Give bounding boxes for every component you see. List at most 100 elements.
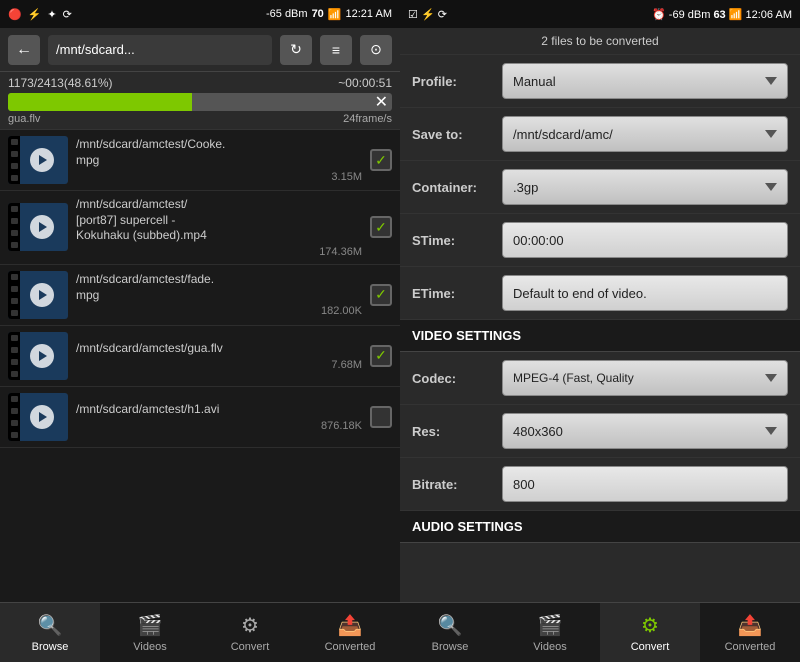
file-info: /mnt/sdcard/amctest/[port87] supercell -… (76, 197, 362, 258)
bitrate-field[interactable]: 800 (502, 466, 788, 502)
tab-browse[interactable]: 🔍 Browse (0, 603, 100, 662)
etime-row: ETime: Default to end of video. (400, 267, 800, 320)
container-dropdown[interactable]: .3gp (502, 169, 788, 205)
saveto-dropdown[interactable]: /mnt/sdcard/amc/ (502, 116, 788, 152)
file-thumbnail (8, 332, 68, 380)
file-size: 174.36M (76, 246, 362, 258)
file-thumbnail (8, 393, 68, 441)
nav-bar: ← /mnt/sdcard... ↻ ≡ ⊙ (0, 28, 400, 72)
status-info-right: ⏰ -69 dBm 63 📶 12:06 AM (652, 8, 792, 21)
codec-control: MPEG-4 (Fast, Quality (502, 360, 788, 396)
file-thumbnail (8, 271, 68, 319)
dropdown-arrow-icon (765, 427, 777, 435)
file-checkbox[interactable] (370, 345, 392, 367)
tab-converted-right[interactable]: 📤 Converted (700, 603, 800, 662)
sync-icon: ⟳ (63, 8, 72, 21)
play-icon (30, 215, 54, 239)
dropdown-arrow-icon (765, 374, 777, 382)
file-name: /mnt/sdcard/amctest/gua.flv (76, 341, 362, 357)
stime-control: 00:00:00 (502, 222, 788, 258)
container-value: .3gp (513, 180, 538, 195)
dropdown-arrow-icon (765, 130, 777, 138)
bitrate-label: Bitrate: (412, 477, 502, 492)
refresh-button[interactable]: ↻ (280, 35, 312, 65)
tab-browse-right[interactable]: 🔍 Browse (400, 603, 500, 662)
list-item[interactable]: /mnt/sdcard/amctest/h1.avi 876.18K (0, 387, 400, 448)
usb-icon: ⚡ (28, 8, 42, 21)
path-display: /mnt/sdcard... (48, 35, 272, 65)
file-checkbox[interactable] (370, 284, 392, 306)
cancel-button[interactable]: ✕ (375, 92, 388, 112)
videos-icon-right: 🎬 (538, 613, 563, 638)
time-right: 12:06 AM (746, 9, 792, 21)
tab-convert-right[interactable]: ⚙ Convert (600, 603, 700, 662)
list-item[interactable]: /mnt/sdcard/amctest/fade.mpg 182.00K (0, 265, 400, 326)
status-bar-right: ☑ ⚡ ⟳ ⏰ -69 dBm 63 📶 12:06 AM (400, 0, 800, 28)
progress-percent: 1173/2413(48.61%) (8, 76, 113, 90)
file-checkbox[interactable] (370, 406, 392, 428)
stime-field[interactable]: 00:00:00 (502, 222, 788, 258)
browse-icon: 🔍 (38, 613, 63, 638)
convert-icon-right: ⚙ (641, 613, 659, 638)
file-size: 3.15M (76, 171, 362, 183)
bars-right: 63 (713, 9, 725, 21)
etime-value: Default to end of video. (513, 286, 647, 301)
signal-strength-left: -65 dBm (266, 8, 308, 20)
settings-scroll: Profile: Manual Save to: /mnt/sdcard/amc… (400, 55, 800, 602)
progress-bar-fill (8, 93, 192, 111)
list-item[interactable]: /mnt/sdcard/amctest/Cooke.mpg 3.15M (0, 130, 400, 191)
container-row: Container: .3gp (400, 161, 800, 214)
convert-label: Convert (231, 641, 270, 653)
etime-label: ETime: (412, 286, 502, 301)
saveto-label: Save to: (412, 127, 502, 142)
file-info: /mnt/sdcard/amctest/gua.flv 7.68M (76, 341, 362, 371)
menu-button[interactable]: ≡ (320, 35, 352, 65)
codec-dropdown[interactable]: MPEG-4 (Fast, Quality (502, 360, 788, 396)
file-checkbox[interactable] (370, 216, 392, 238)
saveto-control: /mnt/sdcard/amc/ (502, 116, 788, 152)
bluetooth-icon: ✦ (47, 8, 56, 21)
tab-converted[interactable]: 📤 Converted (300, 603, 400, 662)
codec-row: Codec: MPEG-4 (Fast, Quality (400, 352, 800, 405)
signal-bar-icon-right: 📶 (729, 9, 743, 21)
progress-section: 1173/2413(48.61%) ~00:00:51 ✕ gua.flv 24… (0, 72, 400, 130)
list-item[interactable]: /mnt/sdcard/amctest/[port87] supercell -… (0, 191, 400, 265)
etime-field[interactable]: Default to end of video. (502, 275, 788, 311)
play-icon (30, 344, 54, 368)
checkbox-icon: ☑ (408, 9, 418, 21)
file-size: 876.18K (76, 420, 362, 432)
converted-label: Converted (325, 641, 376, 653)
container-control: .3gp (502, 169, 788, 205)
profile-value: Manual (513, 74, 556, 89)
convert-label-right: Convert (631, 641, 670, 653)
res-control: 480x360 (502, 413, 788, 449)
back-button[interactable]: ← (8, 35, 40, 65)
file-checkbox[interactable] (370, 149, 392, 171)
tab-convert[interactable]: ⚙ Convert (200, 603, 300, 662)
file-info: /mnt/sdcard/amctest/h1.avi 876.18K (76, 402, 362, 432)
play-icon (30, 148, 54, 172)
video-settings-header: VIDEO SETTINGS (400, 320, 800, 352)
file-name: /mnt/sdcard/amctest/fade.mpg (76, 272, 362, 303)
profile-control: Manual (502, 63, 788, 99)
tab-videos[interactable]: 🎬 Videos (100, 603, 200, 662)
left-panel: 🔴 ⚡ ✦ ⟳ -65 dBm 70 📶 12:21 AM ← /mnt/sdc… (0, 0, 400, 662)
profile-dropdown[interactable]: Manual (502, 63, 788, 99)
more-button[interactable]: ⊙ (360, 35, 392, 65)
tab-videos-right[interactable]: 🎬 Videos (500, 603, 600, 662)
list-item[interactable]: /mnt/sdcard/amctest/gua.flv 7.68M (0, 326, 400, 387)
res-dropdown[interactable]: 480x360 (502, 413, 788, 449)
file-size: 182.00K (76, 305, 362, 317)
bitrate-value: 800 (513, 477, 535, 492)
file-list: /mnt/sdcard/amctest/Cooke.mpg 3.15M /mnt… (0, 130, 400, 602)
progress-filename-row: gua.flv 24frame/s (8, 113, 392, 125)
right-panel: ☑ ⚡ ⟳ ⏰ -69 dBm 63 📶 12:06 AM 2 files to… (400, 0, 800, 662)
progress-bar-container: ✕ (8, 93, 392, 111)
sync-icon-right: ⟳ (438, 9, 447, 21)
audio-settings-header: AUDIO SETTINGS (400, 511, 800, 543)
browse-label-right: Browse (432, 641, 469, 653)
convert-header: 2 files to be converted (400, 28, 800, 55)
play-icon (30, 405, 54, 429)
container-label: Container: (412, 180, 502, 195)
res-row: Res: 480x360 (400, 405, 800, 458)
